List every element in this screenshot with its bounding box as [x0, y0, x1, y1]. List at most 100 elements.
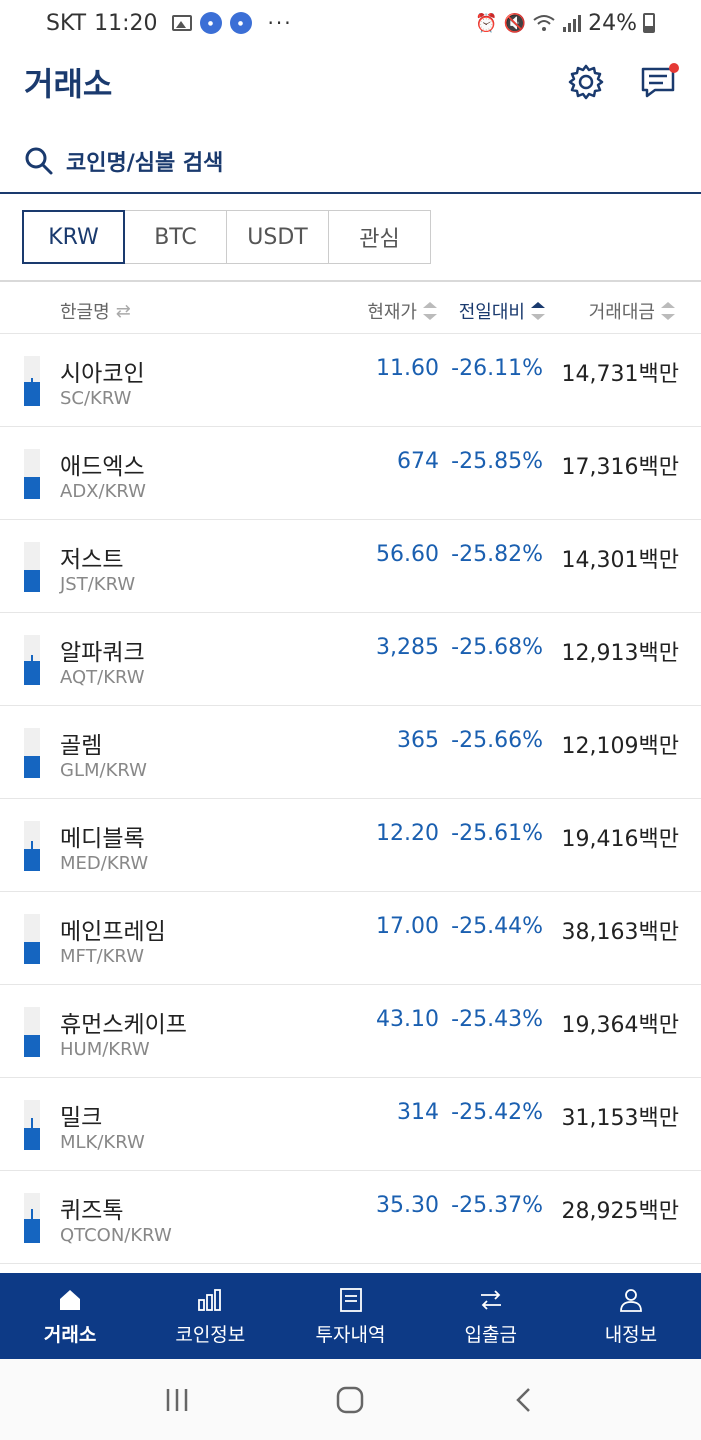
coin-price: 43.10: [376, 1007, 439, 1032]
list-item[interactable]: 시아코인 SC/KRW 11.60 -26.11% 14,731백만: [0, 334, 701, 427]
nav-history[interactable]: 투자내역: [280, 1273, 420, 1359]
messages-button[interactable]: [639, 63, 679, 101]
nav-label: 입출금: [464, 1323, 517, 1346]
app-notification-icon: ●: [199, 12, 222, 34]
sort-icon: [661, 302, 675, 320]
coin-symbol: AQT/KRW: [60, 667, 145, 688]
candle-icon: [24, 821, 40, 871]
app-notification-icon-2: ●: [229, 12, 252, 34]
coin-name: 골렘: [60, 733, 103, 759]
list-item[interactable]: 휴먼스케이프 HUM/KRW 43.10 -25.43% 19,364백만: [0, 985, 701, 1078]
sort-name-button[interactable]: 한글명 ⇄: [60, 298, 131, 324]
column-volume-label: 거래대금: [588, 302, 655, 323]
coin-symbol: JST/KRW: [60, 574, 136, 595]
sort-volume-button[interactable]: 거래대금: [589, 298, 675, 324]
gear-icon: [568, 64, 604, 100]
coin-price: 35.30: [376, 1193, 439, 1218]
list-item[interactable]: 알파쿼크 AQT/KRW 3,285 -25.68% 12,913백만: [0, 613, 701, 706]
tab-favorites[interactable]: 관심: [328, 210, 431, 264]
list-item[interactable]: 골렘 GLM/KRW 365 -25.66% 12,109백만: [0, 706, 701, 799]
list-item[interactable]: 밀크 MLK/KRW 314 -25.42% 31,153백만: [0, 1078, 701, 1171]
coin-volume: 14,731백만: [561, 362, 679, 387]
search-icon: [25, 147, 53, 175]
coin-change: -25.68%: [451, 635, 543, 660]
recent-apps-icon[interactable]: [162, 1385, 192, 1415]
battery-percent: 24%: [588, 10, 637, 36]
sort-change-button[interactable]: 전일대비: [459, 298, 545, 324]
nav-label: 거래소: [43, 1323, 97, 1346]
tab-usdt[interactable]: USDT: [226, 210, 329, 264]
candle-icon: [24, 635, 40, 685]
coin-change: -25.37%: [451, 1193, 543, 1218]
list-item[interactable]: 퀴즈톡 QTCON/KRW 35.30 -25.37% 28,925백만: [0, 1171, 701, 1264]
alarm-icon: ⏰: [475, 12, 498, 34]
coin-volume: 12,109백만: [561, 734, 679, 759]
coin-price: 365: [397, 728, 439, 753]
coin-volume: 17,316백만: [561, 455, 679, 480]
list-item[interactable]: 메디블록 MED/KRW 12.20 -25.61% 19,416백만: [0, 799, 701, 892]
wifi-icon: [533, 15, 555, 31]
search-input[interactable]: 코인명/심볼 검색: [66, 145, 223, 177]
system-nav: [0, 1359, 701, 1440]
coin-change: -26.11%: [451, 356, 543, 381]
column-change-label: 전일대비: [458, 302, 525, 323]
notification-badge: [669, 63, 679, 73]
sort-price-button[interactable]: 현재가: [367, 298, 437, 324]
coin-list: 시아코인 SC/KRW 11.60 -26.11% 14,731백만 애드엑스 …: [0, 334, 701, 1264]
nav-transfer[interactable]: 입출금: [421, 1273, 561, 1359]
candle-icon: [24, 1007, 40, 1057]
candle-icon: [24, 914, 40, 964]
nav-coin-info[interactable]: 코인정보: [140, 1273, 280, 1359]
coin-name: 밀크: [60, 1105, 103, 1131]
status-bar: SKT 11:20 ● ● ··· ⏰ 🔇 24%: [0, 0, 701, 46]
bar-chart-icon: [198, 1288, 222, 1311]
transfer-icon: [480, 1289, 501, 1310]
nav-exchange[interactable]: 거래소: [0, 1273, 140, 1359]
nav-label: 코인정보: [175, 1323, 246, 1346]
signal-icon: [563, 15, 582, 32]
coin-symbol: SC/KRW: [60, 388, 132, 409]
candle-icon: [24, 449, 40, 499]
coin-price: 17.00: [376, 914, 439, 939]
candle-icon: [24, 356, 40, 406]
market-tabs: KRW BTC USDT 관심: [22, 210, 431, 264]
column-name-label: 한글명: [60, 302, 110, 323]
coin-change: -25.82%: [451, 542, 543, 567]
page-title: 거래소: [24, 65, 113, 103]
coin-change: -25.66%: [451, 728, 543, 753]
mute-icon: 🔇: [503, 12, 527, 34]
document-icon: [339, 1287, 362, 1312]
nav-label: 내정보: [604, 1323, 658, 1346]
list-item[interactable]: 저스트 JST/KRW 56.60 -25.82% 14,301백만: [0, 520, 701, 613]
coin-price: 314: [397, 1100, 439, 1125]
coin-change: -25.85%: [451, 449, 543, 474]
coin-volume: 14,301백만: [561, 548, 679, 573]
coin-price: 12.20: [376, 821, 439, 846]
nav-my-info[interactable]: 내정보: [561, 1273, 701, 1359]
back-icon[interactable]: [509, 1385, 539, 1415]
coin-name: 메디블록: [60, 826, 145, 852]
coin-symbol: MFT/KRW: [60, 946, 145, 967]
tab-krw[interactable]: KRW: [22, 210, 125, 264]
settings-button[interactable]: [567, 63, 605, 101]
coin-name: 휴먼스케이프: [60, 1012, 187, 1038]
carrier-label: SKT: [46, 10, 87, 36]
coin-name: 메인프레임: [60, 919, 166, 945]
search-bar[interactable]: 코인명/심볼 검색: [0, 130, 701, 194]
coin-volume: 31,153백만: [561, 1106, 679, 1131]
coin-symbol: MLK/KRW: [60, 1132, 145, 1153]
coin-name: 애드엑스: [60, 454, 145, 480]
more-notifications-icon: ···: [267, 11, 293, 35]
clock-label: 11:20: [94, 10, 158, 36]
list-item[interactable]: 메인프레임 MFT/KRW 17.00 -25.44% 38,163백만: [0, 892, 701, 985]
user-icon: [620, 1288, 642, 1312]
home-button-icon[interactable]: [335, 1385, 365, 1415]
coin-price: 674: [397, 449, 439, 474]
coin-name: 저스트: [60, 547, 124, 573]
coin-price: 11.60: [376, 356, 439, 381]
candle-icon: [24, 1100, 40, 1150]
list-item[interactable]: 애드엑스 ADX/KRW 674 -25.85% 17,316백만: [0, 427, 701, 520]
column-price-label: 현재가: [367, 302, 417, 323]
tab-btc[interactable]: BTC: [124, 210, 227, 264]
sort-icon: [423, 302, 437, 320]
